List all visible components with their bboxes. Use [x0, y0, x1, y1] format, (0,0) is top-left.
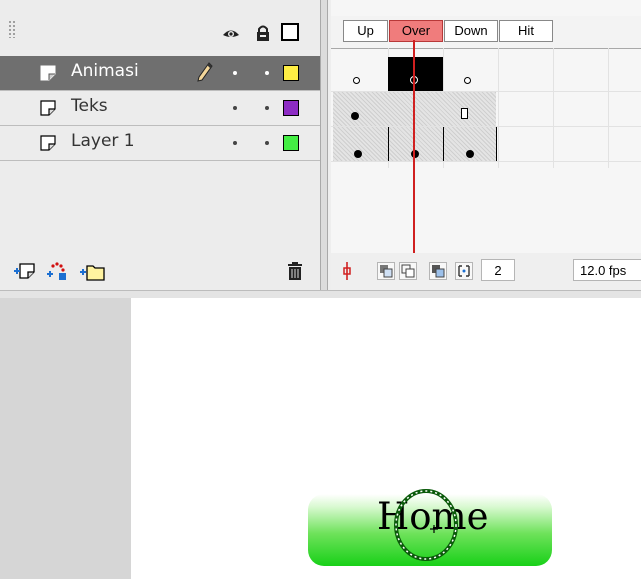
- hit-area-circle[interactable]: [392, 487, 460, 563]
- pencil-icon: [197, 62, 213, 82]
- keyframe-boundary: [388, 127, 389, 161]
- motion-guide-icon[interactable]: [45, 260, 71, 282]
- lock-dot[interactable]: [265, 106, 269, 110]
- keyframe[interactable]: [354, 150, 362, 158]
- edit-multiple-frames-icon: [432, 265, 445, 278]
- layer-footer: [0, 253, 320, 290]
- onion-skin-icon: [380, 265, 393, 278]
- frame-rate-readout: 12.0 fps: [573, 259, 641, 281]
- insert-layer-icon[interactable]: [12, 262, 38, 280]
- lock-icon[interactable]: [254, 24, 272, 42]
- frame-rowline: [331, 161, 641, 162]
- lock-dot[interactable]: [265, 141, 269, 145]
- layer-panel: Animasi Teks Layer 1: [0, 0, 320, 290]
- panel-splitter[interactable]: [320, 0, 328, 290]
- layer-icon: [40, 135, 56, 151]
- modify-markers-icon: [458, 265, 470, 277]
- outline-icon[interactable]: [281, 23, 299, 41]
- visibility-dot[interactable]: [233, 71, 237, 75]
- layer-row-animasi[interactable]: Animasi: [0, 56, 320, 91]
- playhead[interactable]: [413, 40, 415, 278]
- current-frame-readout: 2: [481, 259, 515, 281]
- frame-tab-hit[interactable]: Hit: [499, 20, 553, 42]
- crosshair-icon: [430, 525, 438, 533]
- visibility-dot[interactable]: [233, 141, 237, 145]
- frame-gridline: [553, 48, 554, 168]
- frames-footer: 2 12.0 fps: [331, 253, 641, 290]
- frame-gridline: [498, 48, 499, 168]
- layer-icon: [40, 100, 56, 116]
- outline-color-swatch[interactable]: [283, 135, 299, 151]
- keyframe[interactable]: [351, 112, 359, 120]
- layer-name: Animasi: [71, 61, 139, 81]
- center-frame-icon[interactable]: [341, 261, 353, 281]
- layer-icon: [40, 65, 56, 81]
- frame-cell-selected[interactable]: [388, 57, 443, 91]
- insert-folder-icon[interactable]: [78, 260, 108, 282]
- frame-tab-up[interactable]: Up: [343, 20, 388, 42]
- modify-markers-button[interactable]: [455, 262, 473, 280]
- layer-name: Layer 1: [71, 131, 135, 151]
- layer-row-teks[interactable]: Teks: [0, 91, 320, 126]
- frame-tab-down[interactable]: Down: [444, 20, 498, 42]
- frame-gridline: [608, 48, 609, 168]
- blank-keyframe[interactable]: [464, 77, 471, 84]
- span-end-frame[interactable]: [461, 108, 468, 119]
- onion-skin-button[interactable]: [377, 262, 395, 280]
- keyframe[interactable]: [466, 150, 474, 158]
- layer-row-layer-1[interactable]: Layer 1: [0, 126, 320, 161]
- lock-dot[interactable]: [265, 71, 269, 75]
- eye-icon[interactable]: [222, 24, 240, 42]
- visibility-dot[interactable]: [233, 106, 237, 110]
- outline-color-swatch[interactable]: [283, 100, 299, 116]
- outline-color-swatch[interactable]: [283, 65, 299, 81]
- trash-icon[interactable]: [286, 261, 304, 281]
- layer-header: [0, 0, 320, 56]
- panel-grip-icon[interactable]: [8, 20, 16, 38]
- onion-outlines-icon: [401, 264, 415, 278]
- layer-name: Teks: [71, 96, 108, 116]
- keyframe-boundary: [443, 127, 444, 161]
- blank-keyframe[interactable]: [353, 77, 360, 84]
- onion-outlines-button[interactable]: [399, 262, 417, 280]
- frame-tab-over[interactable]: Over: [389, 20, 443, 42]
- keyframe-boundary: [496, 127, 497, 161]
- edit-multiple-frames-button[interactable]: [429, 262, 447, 280]
- pasteboard: [0, 298, 131, 579]
